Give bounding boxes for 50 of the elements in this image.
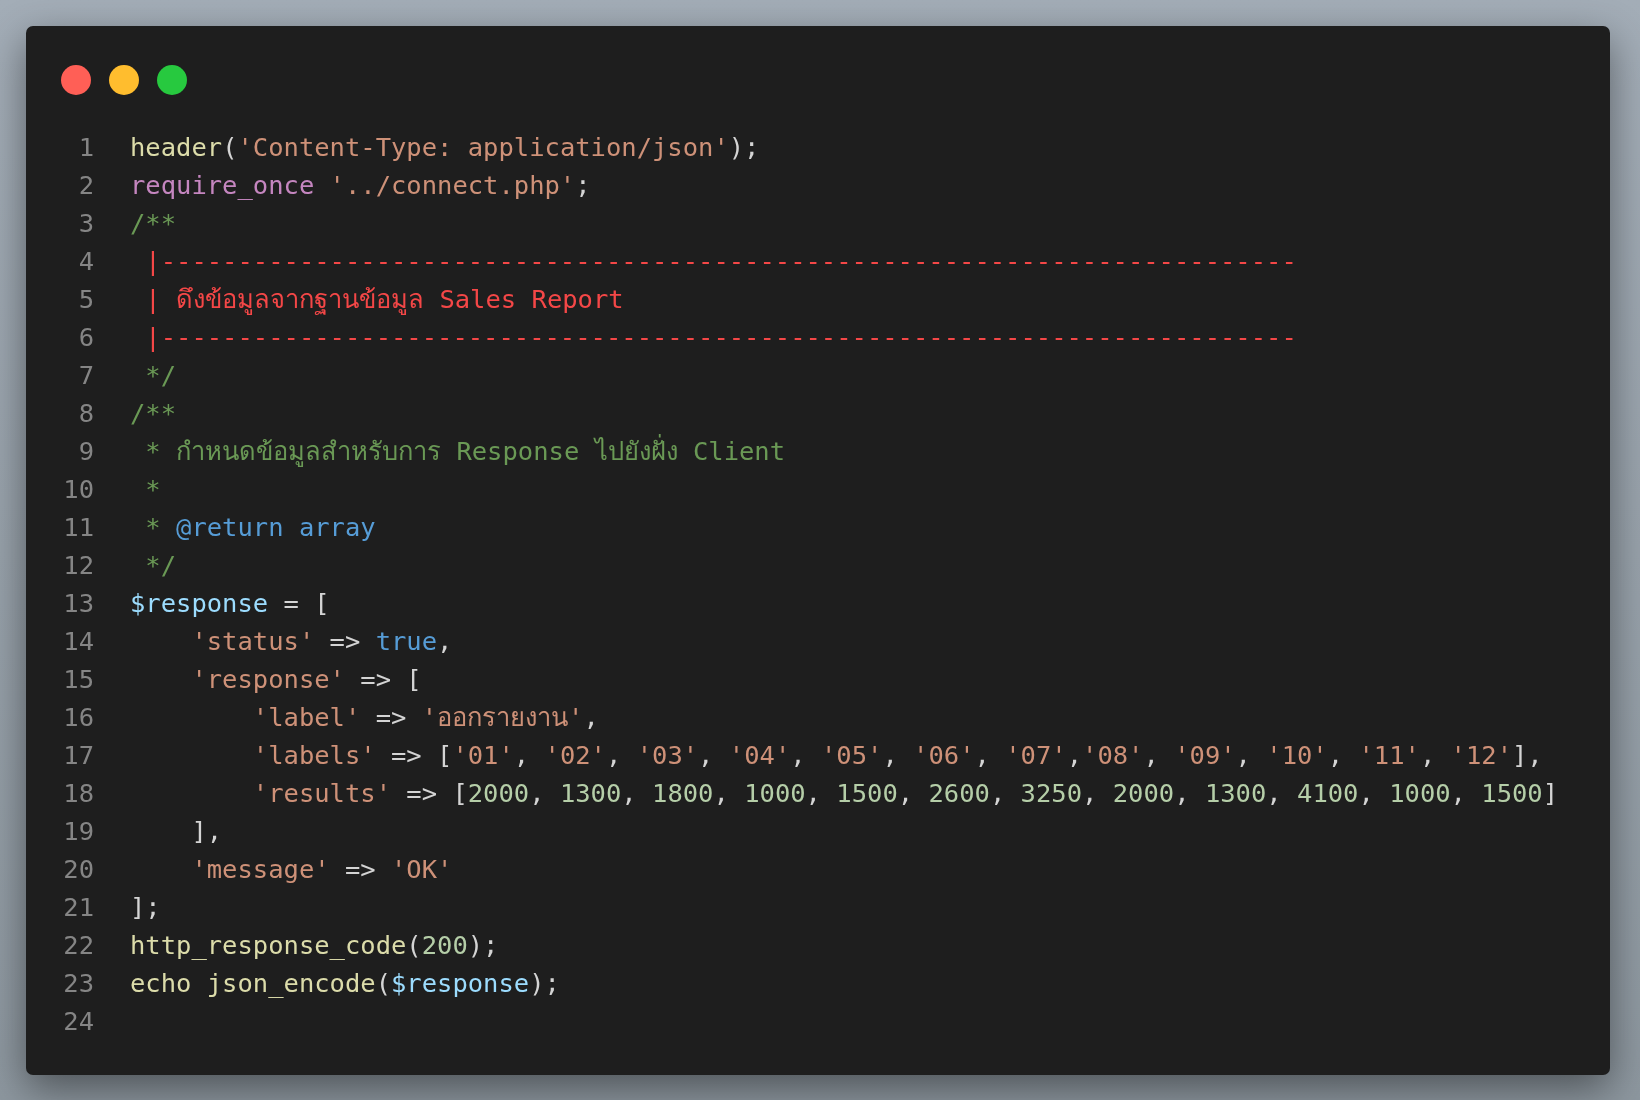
line-number: 3 bbox=[77, 206, 94, 240]
code-line: header('Content-Type: application/json'); bbox=[130, 130, 760, 164]
code-line: |-------------------------------------------------------------------------- bbox=[144, 244, 1297, 278]
line-number: 23 bbox=[62, 966, 94, 1000]
line-number: 24 bbox=[62, 1004, 94, 1038]
window-control-button[interactable] bbox=[157, 65, 187, 95]
line-number: 2 bbox=[77, 168, 94, 202]
line-number: 18 bbox=[62, 776, 94, 810]
line-number: 19 bbox=[62, 814, 94, 848]
code-line: */ bbox=[144, 358, 177, 392]
line-number: 14 bbox=[62, 624, 94, 658]
code-line: 'label' => 'ออกรายงาน', bbox=[251, 700, 599, 734]
line-number: 20 bbox=[62, 852, 94, 886]
code-line: http_response_code(200); bbox=[130, 928, 499, 962]
code-line: * กำหนดข้อมูลสำหรับการ Response ไปยังฝั่ง Client bbox=[144, 433, 786, 469]
line-number: 6 bbox=[77, 320, 94, 354]
line-number: 12 bbox=[62, 548, 94, 582]
line-number: 13 bbox=[62, 586, 94, 620]
code-line: /** bbox=[130, 206, 177, 240]
line-number: 22 bbox=[62, 928, 94, 962]
code-line: 'labels' => ['01', '02', '03', '04', '05', '06', '07','08', '09', '10', '11', '12'], bbox=[251, 738, 1543, 772]
code-line: require_once '../connect.php'; bbox=[130, 168, 591, 202]
code-line: 'message' => 'OK' bbox=[190, 852, 453, 886]
line-number: 10 bbox=[62, 472, 94, 506]
line-number: 17 bbox=[62, 738, 94, 772]
code-line: ], bbox=[190, 814, 223, 848]
code-line: echo json_encode($response); bbox=[130, 966, 560, 1000]
line-number: 4 bbox=[77, 244, 94, 278]
code-line: $response = [ bbox=[130, 586, 330, 620]
line-number: 1 bbox=[77, 130, 94, 164]
line-number: 21 bbox=[62, 890, 94, 924]
window-control-button[interactable] bbox=[109, 65, 139, 95]
code-line: */ bbox=[144, 548, 177, 582]
line-number: 11 bbox=[62, 510, 94, 544]
line-number: 9 bbox=[77, 434, 94, 468]
line-number: 15 bbox=[62, 662, 94, 696]
line-number: 7 bbox=[77, 358, 94, 392]
line-number: 8 bbox=[77, 396, 94, 430]
line-number: 16 bbox=[62, 700, 94, 734]
code-line: 'status' => true, bbox=[190, 624, 453, 658]
line-number: 5 bbox=[77, 282, 94, 316]
code-line: * bbox=[144, 472, 161, 506]
code-line: 'results' => [2000, 1300, 1800, 1000, 1500, 2600, 3250, 2000, 1300, 4100, 1000, 1500] bbox=[251, 776, 1559, 810]
code-line: ]; bbox=[130, 890, 161, 924]
window-control-button[interactable] bbox=[61, 65, 91, 95]
code-line: |-------------------------------------------------------------------------- bbox=[144, 320, 1297, 354]
code-line: /** bbox=[130, 396, 177, 430]
code-line: * @return array bbox=[144, 510, 376, 544]
code-line: | ดึงข้อมูลจากฐานข้อมูล Sales Report bbox=[144, 282, 624, 317]
code-line: 'response' => [ bbox=[190, 662, 422, 696]
